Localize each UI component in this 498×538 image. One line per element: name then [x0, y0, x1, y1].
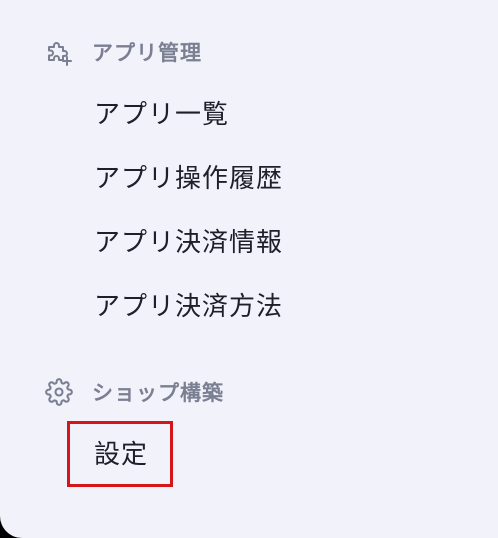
section-header-app-management: アプリ管理 — [44, 35, 202, 69]
gear-icon — [44, 377, 74, 407]
highlight-box — [67, 421, 173, 487]
section-title: ショップ構築 — [92, 381, 224, 405]
puzzle-plus-icon — [44, 37, 74, 67]
menu-item-app-operation-history[interactable]: アプリ操作履歴 — [94, 162, 283, 196]
menu-item-app-payment-method[interactable]: アプリ決済方法 — [94, 290, 283, 324]
section-header-shop-building: ショップ構築 — [44, 375, 224, 409]
menu-item-app-payment-info[interactable]: アプリ決済情報 — [94, 226, 283, 260]
section-title: アプリ管理 — [92, 41, 202, 65]
sidebar-panel: アプリ管理 アプリ一覧 アプリ操作履歴 アプリ決済情報 アプリ決済方法 ショップ… — [0, 0, 498, 538]
menu-item-app-list[interactable]: アプリ一覧 — [94, 98, 229, 132]
